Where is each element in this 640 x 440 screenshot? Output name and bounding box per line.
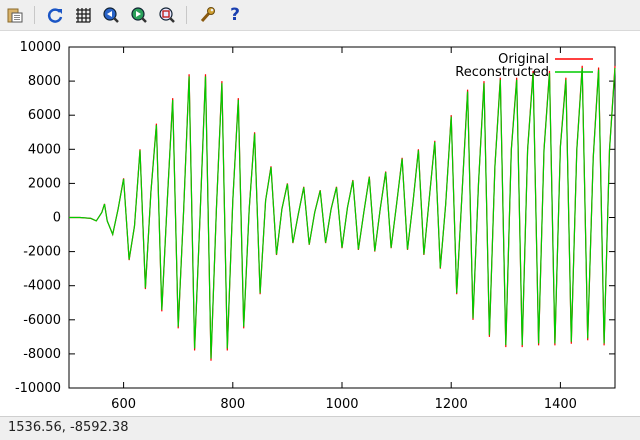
y-tick-label: 6000	[28, 108, 61, 123]
unzoom-icon[interactable]	[156, 4, 178, 26]
copy-to-clipboard-icon[interactable]	[4, 4, 26, 26]
grid-icon[interactable]	[72, 4, 94, 26]
y-tick-label: -10000	[15, 381, 61, 396]
x-tick-label: 1400	[544, 397, 577, 412]
x-tick-label: 1200	[435, 397, 468, 412]
y-tick-label: 8000	[28, 74, 61, 89]
y-tick-label: 10000	[20, 40, 61, 55]
replot-icon[interactable]	[44, 4, 66, 26]
options-icon[interactable]	[196, 4, 218, 26]
x-tick-label: 1000	[325, 397, 358, 412]
legend-label-reconstructed: Reconstructed	[455, 65, 549, 80]
y-tick-label: 4000	[28, 142, 61, 157]
toolbar: ?	[0, 0, 640, 31]
y-tick-label: -2000	[23, 245, 61, 260]
y-tick-label: -4000	[23, 279, 61, 294]
x-tick-label: 800	[220, 397, 245, 412]
y-tick-label: -8000	[23, 347, 61, 362]
chart[interactable]: -10000 -8000 -6000 -4000 -2000 0 2000 4000 6000 8…	[0, 30, 640, 416]
zoom-next-icon[interactable]	[128, 4, 150, 26]
status-bar: 1536.56, -8592.38	[0, 416, 640, 440]
plot-area[interactable]: -10000 -8000 -6000 -4000 -2000 0 2000 4000 6000 8…	[0, 30, 640, 416]
zoom-previous-icon[interactable]	[100, 4, 122, 26]
y-tick-label: 0	[53, 211, 61, 226]
y-tick-label: 2000	[28, 176, 61, 191]
help-icon[interactable]: ?	[224, 4, 246, 26]
x-tick-label: 600	[111, 397, 136, 412]
y-tick-label: -6000	[23, 313, 61, 328]
cursor-coordinates: 1536.56, -8592.38	[8, 420, 129, 435]
